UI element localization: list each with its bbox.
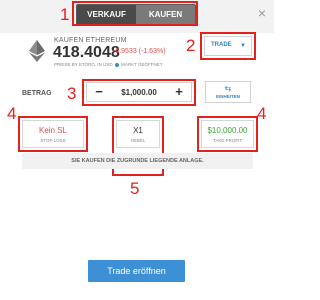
instrument-label: KAUFEN ETHEREUM [54, 37, 127, 44]
annotation-box-1 [72, 1, 198, 26]
instrument-price: 418.4048 [53, 44, 120, 61]
amount-label: BETRAG [22, 90, 52, 97]
annotation-box-2 [200, 32, 256, 60]
price-source-text: PREISE BY ETORO, IN USD [54, 62, 113, 67]
annotation-box-4-left [18, 116, 88, 152]
close-icon[interactable]: × [258, 6, 266, 20]
price-source: PREISE BY ETORO, IN USD MARKT GEÖFFNET [54, 62, 163, 67]
price-change: -6.9533 (-1.63%) [113, 48, 166, 55]
trade-dialog: × VERKAUF KAUFEN 1 KAUFEN ETHEREUM 418.4… [0, 0, 274, 300]
units-toggle-button[interactable]: ⇆ EINHEITEN [205, 81, 251, 103]
disclaimer-banner: SIE KAUFEN DIE ZUGRUNDE LIEGENDE ANLAGE. [22, 153, 253, 169]
annotation-box-3 [82, 79, 196, 106]
annotation-number-4-right: 4 [257, 104, 267, 123]
market-status-icon [114, 62, 119, 67]
annotation-number-5: 5 [130, 179, 140, 198]
annotation-box-4-right [197, 116, 258, 152]
annotation-number-3: 3 [67, 84, 77, 103]
units-label: EINHEITEN [215, 94, 240, 99]
market-status: MARKT GEÖFFNET [121, 62, 163, 67]
ethereum-icon [29, 40, 45, 62]
swap-arrows-icon: ⇆ [224, 84, 232, 93]
annotation-number-2: 2 [186, 36, 196, 55]
annotation-number-1: 1 [60, 5, 70, 24]
open-trade-button[interactable]: Trade eröffnen [88, 260, 185, 282]
annotation-number-4-left: 4 [7, 104, 17, 123]
